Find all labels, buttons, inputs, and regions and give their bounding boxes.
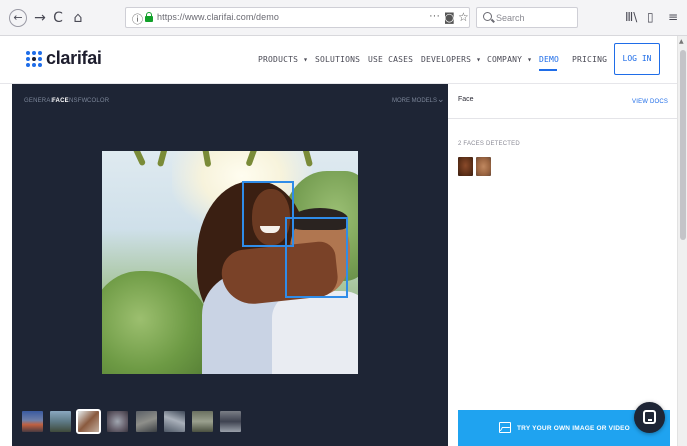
chat-button[interactable] [634,402,665,433]
pocket-icon[interactable]: ◙ [444,11,455,24]
scrollbar-thumb[interactable] [680,50,686,240]
demo-panel: GENERAL FACE NSFW COLOR MORE MODELS ⌄ [12,84,448,446]
tab-general[interactable]: GENERAL [24,98,54,104]
results-title: Face [458,96,474,103]
sample-image-thumbnail[interactable] [192,411,213,432]
browser-search-input[interactable]: Search [476,7,578,28]
page-actions-icon[interactable]: ··· [429,10,440,22]
sample-image-thumbnail[interactable] [50,411,71,432]
search-icon [483,12,492,21]
sample-image-thumbnail[interactable] [136,411,157,432]
site-info-icon[interactable]: ⓘ [132,11,143,27]
search-placeholder: Search [496,13,525,23]
logo-text: clarifai [46,48,102,68]
nav-use-cases[interactable]: USE CASES [368,55,413,64]
nav-pricing[interactable]: PRICING [572,55,607,64]
sample-image-thumbnail[interactable] [107,411,128,432]
cta-label: TRY YOUR OWN IMAGE OR VIDEO [517,425,630,432]
url-text[interactable]: https://www.clarifai.com/demo [157,12,279,22]
home-icon[interactable]: ⌂ [69,9,87,27]
nav-developers[interactable]: DEVELOPERS ▾ [421,55,481,64]
nav-solutions[interactable]: SOLUTIONS [315,55,360,64]
browser-toolbar: ← → C ⌂ ⓘ https://www.clarifai.com/demo … [0,0,687,36]
tab-color[interactable]: COLOR [87,98,109,104]
faces-detected-count: 2 FACES DETECTED [458,141,520,147]
upload-image-icon [499,422,511,433]
hamburger-menu-icon[interactable]: ≡ [668,10,678,24]
page-scrollbar[interactable]: ▲ [677,36,687,446]
nav-products[interactable]: PRODUCTS ▾ [258,55,308,64]
active-nav-underline [539,69,557,71]
view-docs-link[interactable]: VIEW DOCS [632,99,668,105]
lock-icon [145,12,153,22]
detected-face-thumbnail[interactable] [476,157,491,176]
logo-icon [26,51,42,67]
forward-icon[interactable]: → [31,9,49,27]
back-icon[interactable]: ← [9,9,27,27]
sample-image-thumbnail[interactable] [76,409,101,434]
more-models-dropdown[interactable]: MORE MODELS [392,98,437,104]
nav-company[interactable]: COMPANY ▾ [487,55,532,64]
detected-face-thumbnail[interactable] [458,157,473,176]
login-button[interactable]: LOG IN [614,43,660,75]
demo-image [102,151,358,374]
nav-demo[interactable]: DEMO [539,55,559,64]
library-icon[interactable]: Ⅲ\ [625,10,637,24]
sample-image-thumbnail[interactable] [164,411,185,432]
url-bar[interactable]: ⓘ https://www.clarifai.com/demo ··· ◙ ☆ [125,7,470,28]
chat-icon [643,410,656,424]
sidebar-icon[interactable]: ▯ [647,10,654,24]
site-header: clarifai PRODUCTS ▾ SOLUTIONS USE CASES … [0,36,677,84]
tab-nsfw[interactable]: NSFW [69,98,87,104]
sample-image-thumbnail[interactable] [220,411,241,432]
chevron-down-icon[interactable]: ⌄ [437,95,445,105]
bookmark-star-icon[interactable]: ☆ [458,10,469,24]
tab-face[interactable]: FACE [52,98,69,104]
results-panel: Face VIEW DOCS 2 FACES DETECTED [448,84,677,446]
divider [448,118,677,119]
scroll-up-arrow-icon[interactable]: ▲ [679,38,684,45]
reload-icon[interactable]: C [49,9,67,27]
sample-image-thumbnail[interactable] [22,411,43,432]
face-bounding-box[interactable] [285,217,348,298]
